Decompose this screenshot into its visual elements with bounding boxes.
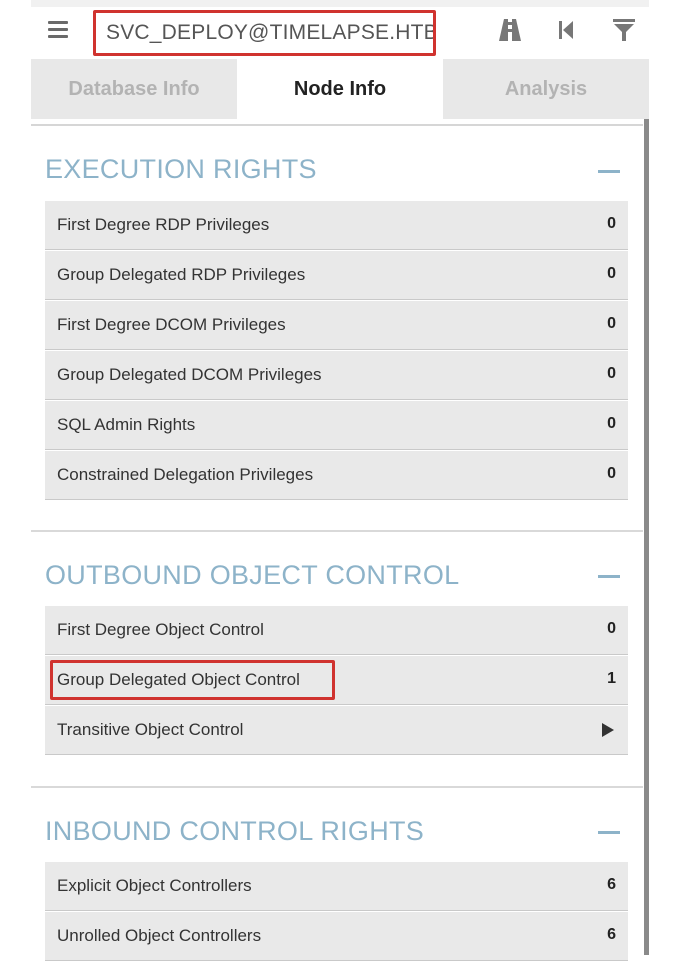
panel-top-border [31,124,643,126]
row-label: Transitive Object Control [57,720,244,739]
back-icon[interactable] [555,17,581,43]
row-sql-admin-rights[interactable]: SQL Admin Rights 0 [45,401,628,450]
section-divider [31,530,643,532]
row-explicit-object-controllers[interactable]: Explicit Object Controllers 6 [45,862,628,911]
top-strip [31,0,649,7]
row-label: First Degree RDP Privileges [57,215,270,234]
row-count: 0 [607,620,616,637]
collapse-execution-rights-icon[interactable] [598,170,620,173]
row-first-degree-rdp-privileges[interactable]: First Degree RDP Privileges 0 [45,201,628,250]
row-label: Group Delegated DCOM Privileges [57,365,322,384]
section-title-inbound-control-rights[interactable]: INBOUND CONTROL RIGHTS [45,816,424,847]
row-count: 0 [607,215,616,232]
tab-bar: Database Info Node Info Analysis [31,59,649,119]
row-group-delegated-dcom-privileges[interactable]: Group Delegated DCOM Privileges 0 [45,351,628,400]
row-count: 6 [607,876,616,893]
row-label: Unrolled Object Controllers [57,926,262,945]
row-count: 6 [607,926,616,943]
scrollbar[interactable] [644,119,649,955]
filter-icon[interactable] [611,17,637,43]
tab-database-info[interactable]: Database Info [31,59,237,119]
highlight-box [50,660,335,700]
row-count: 0 [607,365,616,382]
row-constrained-delegation-privileges[interactable]: Constrained Delegation Privileges 0 [45,451,628,500]
row-label: First Degree DCOM Privileges [57,315,286,334]
row-label: SQL Admin Rights [57,415,196,434]
tab-node-info[interactable]: Node Info [237,59,443,119]
search-input[interactable]: SVC_DEPLOY@TIMELAPSE.HTB [93,10,436,56]
row-group-delegated-rdp-privileges[interactable]: Group Delegated RDP Privileges 0 [45,251,628,300]
row-unrolled-object-controllers[interactable]: Unrolled Object Controllers 6 [45,912,628,961]
collapse-outbound-object-control-icon[interactable] [598,575,620,578]
row-count: 0 [607,315,616,332]
tab-analysis[interactable]: Analysis [443,59,649,119]
row-count: 0 [607,465,616,482]
row-label: Explicit Object Controllers [57,876,252,895]
pathfinding-icon[interactable] [497,17,523,43]
collapse-inbound-control-rights-icon[interactable] [598,831,620,834]
section-title-outbound-object-control[interactable]: OUTBOUND OBJECT CONTROL [45,560,459,591]
row-count: 0 [607,415,616,432]
row-first-degree-object-control[interactable]: First Degree Object Control 0 [45,606,628,655]
row-label: Constrained Delegation Privileges [57,465,314,484]
row-count: 1 [607,670,616,687]
section-divider [31,786,643,788]
row-count: 0 [607,265,616,282]
expand-arrow-icon[interactable] [602,723,614,737]
row-first-degree-dcom-privileges[interactable]: First Degree DCOM Privileges 0 [45,301,628,350]
row-label: Group Delegated RDP Privileges [57,265,306,284]
row-label: First Degree Object Control [57,620,264,639]
section-title-execution-rights[interactable]: EXECUTION RIGHTS [45,154,317,185]
row-transitive-object-control[interactable]: Transitive Object Control [45,706,628,755]
menu-icon[interactable] [48,21,68,39]
